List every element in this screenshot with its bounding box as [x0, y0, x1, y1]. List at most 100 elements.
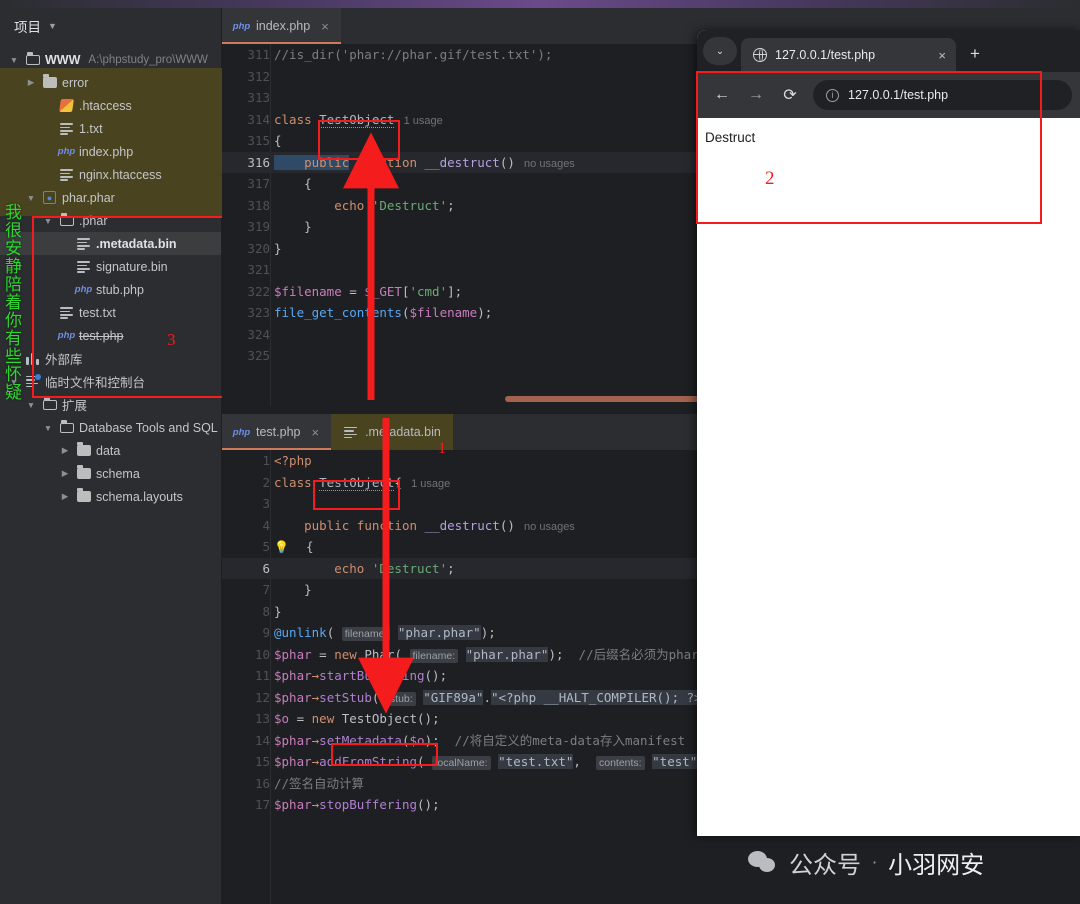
sidebar-item-nginx-htaccess[interactable]: ·nginx.htaccess [0, 163, 221, 186]
line-number: 322 [222, 281, 270, 303]
editor-tab-index-php[interactable]: phpindex.php× [222, 8, 341, 44]
code-token: //签名自动计算 [274, 776, 364, 791]
line-number: 3 [222, 493, 270, 515]
page-output-text: Destruct [705, 130, 1080, 145]
close-icon[interactable]: × [321, 19, 329, 34]
sidebar-item-label: .metadata.bin [96, 237, 177, 251]
line-number: 17 [222, 794, 270, 816]
sidebar-item-index-php[interactable]: ·phpindex.php [0, 140, 221, 163]
sidebar-item-label: 临时文件和控制台 [45, 372, 145, 391]
sidebar-item-signature-bin[interactable]: ·signature.bin [0, 255, 221, 278]
intention-bulb-icon[interactable]: 💡 [274, 540, 289, 554]
sidebar-item-label: 外部库 [45, 349, 83, 368]
sidebar-item-database-tools-and-sql[interactable]: ▼ Database Tools and SQL [0, 416, 221, 439]
sidebar-item-www[interactable]: ▼WWWA:\phpstudy_pro\WWW [0, 48, 221, 71]
code-token: . [483, 690, 491, 705]
tree-spacer: · [42, 101, 54, 111]
sidebar-item----[interactable]: ·外部库 [0, 347, 221, 370]
editor-tab--metadata-bin[interactable]: .metadata.bin [331, 414, 453, 450]
code-token: ); [477, 305, 492, 320]
info-circle-icon[interactable]: i [826, 89, 839, 102]
chevron-right-icon[interactable]: ▶ [25, 77, 37, 88]
editor-tab-label: index.php [256, 19, 310, 33]
sidebar-item-error[interactable]: ▶error [0, 71, 221, 94]
sidebar-item-schema-layouts[interactable]: ▶schema.layouts [0, 485, 221, 508]
browser-tab[interactable]: 127.0.0.1/test.php × [741, 38, 956, 72]
sidebar-item-label: Database Tools and SQL [79, 421, 218, 435]
code-token: echo [274, 198, 372, 213]
line-number: 320 [222, 238, 270, 260]
line-number: 15 [222, 751, 270, 773]
code-text: @unlink( filename: "phar.phar"); [274, 622, 496, 646]
usage-hint: no usages [515, 521, 575, 533]
code-token: 'Destruct' [372, 198, 447, 213]
code-text: //签名自动计算 [274, 773, 364, 795]
code-token: () [500, 155, 515, 170]
arrow-right-icon[interactable]: → [739, 78, 773, 112]
sidebar-item-label: data [96, 444, 120, 458]
new-tab-button[interactable]: + [970, 44, 980, 64]
sidebar-item--htaccess[interactable]: · .htaccess [0, 94, 221, 117]
chevron-down-icon[interactable]: ▼ [48, 21, 57, 31]
code-token: ( [417, 754, 432, 769]
folder-open-icon [42, 397, 57, 412]
sidebar-item-1-txt[interactable]: ·1.txt [0, 117, 221, 140]
chevron-down-icon[interactable]: ▼ [25, 400, 37, 410]
line-number: 319 [222, 216, 270, 238]
text-file-icon [59, 305, 74, 320]
text-file-icon [343, 425, 358, 440]
sidebar-item---------[interactable]: ▼临时文件和控制台 [0, 370, 221, 393]
param-hint: filename: [342, 627, 391, 641]
code-token: "test.txt" [498, 754, 573, 769]
sidebar-item-label: .htaccess [79, 99, 132, 113]
sidebar-item-test-txt[interactable]: ·test.txt [0, 301, 221, 324]
sidebar-item--phar[interactable]: ▼.phar [0, 209, 221, 232]
sidebar-item-phar-phar[interactable]: ▼●phar.phar [0, 186, 221, 209]
chevron-right-icon[interactable]: ▶ [59, 468, 71, 479]
sidebar-item-test-php[interactable]: ·phptest.php [0, 324, 221, 347]
param-hint: filename: [410, 649, 459, 663]
sidebar-item-data[interactable]: ▶ data [0, 439, 221, 462]
tree-spacer: · [42, 308, 54, 318]
code-text: $filename = $_GET['cmd']; [274, 281, 462, 303]
reload-icon[interactable]: ⟳ [773, 78, 807, 112]
code-token: class [274, 475, 319, 490]
code-token: function [357, 155, 417, 170]
screenshot-root: 项目 ▼ ▼WWWA:\phpstudy_pro\WWW▶error · .htac… [0, 0, 1080, 904]
tab-search-dropdown-button[interactable]: ⌄ [703, 37, 737, 65]
tree-spacer: · [59, 262, 71, 272]
code-text: $phar→startBuffering(); [274, 665, 447, 687]
chevron-right-icon[interactable]: ▶ [59, 445, 71, 456]
code-token: "phar.phar" [398, 625, 481, 640]
chevron-down-icon[interactable]: ▼ [8, 55, 20, 65]
code-text: $phar = new Phar( filename: "phar.phar")… [274, 644, 699, 668]
code-token: class [274, 112, 319, 127]
arrow-left-icon[interactable]: ← [705, 78, 739, 112]
sidebar-item-schema[interactable]: ▶schema [0, 462, 221, 485]
code-token: public [274, 518, 357, 533]
sidebar-item--metadata-bin[interactable]: ·.metadata.bin [0, 232, 221, 255]
address-bar[interactable]: i 127.0.0.1/test.php [813, 80, 1072, 110]
code-token: $phar [274, 797, 312, 812]
code-token: ); [425, 733, 455, 748]
top-editor-horizontal-scrollbar[interactable] [505, 396, 710, 402]
code-token: } [274, 241, 282, 256]
code-token: { [274, 176, 312, 191]
code-token: $phar [274, 668, 312, 683]
close-icon[interactable]: × [311, 425, 319, 440]
chevron-right-icon[interactable]: ▶ [59, 491, 71, 502]
close-icon[interactable]: × [938, 48, 946, 63]
project-panel: 项目 ▼ ▼WWWA:\phpstudy_pro\WWW▶error · .htac… [0, 8, 222, 904]
code-token [417, 155, 425, 170]
chevron-down-icon[interactable]: ▼ [42, 216, 54, 226]
editor-tab-test-php[interactable]: phptest.php× [222, 414, 331, 450]
sidebar-item---[interactable]: ▼扩展 [0, 393, 221, 416]
chevron-down-icon[interactable]: ▼ [25, 193, 37, 203]
code-token: () [500, 518, 515, 533]
htaccess-icon [59, 98, 74, 113]
sidebar-item-stub-php[interactable]: ·phpstub.php [0, 278, 221, 301]
code-text: public function __destruct() no usages [274, 515, 575, 539]
project-panel-header[interactable]: 项目 ▼ [0, 8, 221, 44]
code-token: __destruct [425, 155, 500, 170]
chevron-down-icon[interactable]: ▼ [42, 423, 54, 433]
